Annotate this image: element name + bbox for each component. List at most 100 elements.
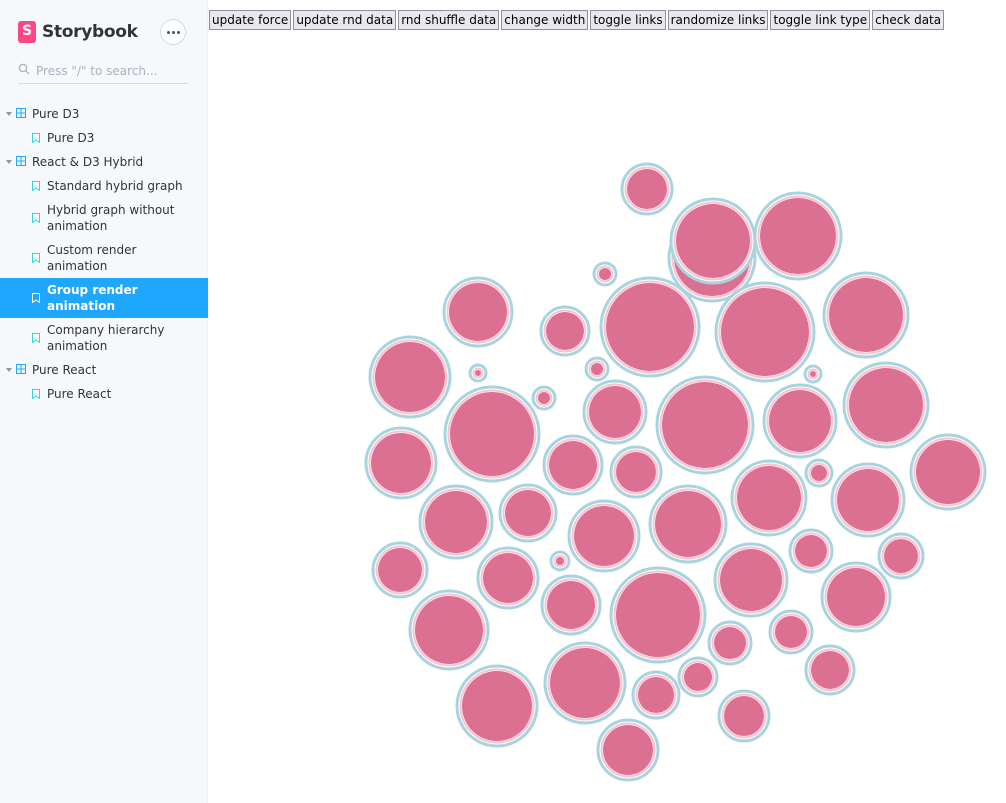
graph-node[interactable]	[542, 434, 604, 496]
graph-node[interactable]	[531, 385, 557, 411]
caret-down-icon[interactable]	[6, 112, 12, 116]
graph-node[interactable]	[788, 528, 834, 574]
graph-node-fill	[616, 573, 700, 657]
graph-node[interactable]	[669, 197, 757, 285]
storybook-logo-icon	[18, 21, 36, 43]
graph-node[interactable]	[498, 483, 558, 543]
search-input[interactable]	[36, 62, 186, 80]
caret-down-icon[interactable]	[6, 368, 12, 372]
tree-group-label: React & D3 Hybrid	[32, 155, 144, 169]
graph-node[interactable]	[567, 499, 641, 573]
graph-node[interactable]	[609, 566, 707, 664]
graph-node[interactable]	[909, 433, 987, 511]
graph-node[interactable]	[842, 361, 930, 449]
randomize-links-button[interactable]: randomize links	[667, 10, 769, 30]
toggle-links-button[interactable]: toggle links	[590, 10, 666, 30]
graph-node[interactable]	[877, 532, 925, 580]
tree-group-react-d3-hybrid[interactable]: React & D3 Hybrid	[0, 150, 208, 174]
graph-node[interactable]	[631, 670, 681, 720]
toggle-link-type-button[interactable]: toggle link type	[770, 10, 871, 30]
graph-node[interactable]	[655, 375, 755, 475]
bookmark-icon	[32, 133, 40, 143]
graph-node[interactable]	[592, 261, 618, 287]
graph-node-fill	[811, 651, 849, 689]
graph-node[interactable]	[822, 271, 910, 359]
update-rnd-data-button[interactable]: update rnd data	[293, 10, 397, 30]
graph-node[interactable]	[730, 459, 808, 537]
graph-node[interactable]	[804, 458, 834, 488]
graph-node[interactable]	[582, 379, 648, 445]
check-data-button[interactable]: check data	[872, 10, 945, 30]
graph-node-fill	[538, 392, 550, 404]
graph-node[interactable]	[549, 550, 571, 572]
tree-story-pure-react[interactable]: Pure React	[0, 382, 208, 406]
graph-node[interactable]	[408, 589, 490, 671]
graph-node[interactable]	[820, 561, 892, 633]
graph-node[interactable]	[476, 546, 540, 610]
graph-node[interactable]	[762, 383, 838, 459]
graph-node-fill	[599, 268, 611, 280]
graph-node-fill	[811, 465, 827, 481]
tree-story-group-render-animation[interactable]: Group render animation	[0, 278, 208, 318]
graph-node[interactable]	[677, 656, 719, 698]
graph-node[interactable]	[803, 364, 823, 384]
tree-story-hybrid-graph-without-animation[interactable]: Hybrid graph without animation	[0, 198, 208, 238]
story-toolbar: update force update rnd data rnd shuffle…	[209, 10, 946, 30]
tree-story-pure-d3[interactable]: Pure D3	[0, 126, 208, 150]
change-width-button[interactable]: change width	[501, 10, 589, 30]
graph-node-fill	[714, 627, 746, 659]
graph-node[interactable]	[717, 689, 771, 743]
graph-node[interactable]	[753, 191, 843, 281]
graph-node[interactable]	[584, 356, 610, 382]
graph-node[interactable]	[368, 335, 452, 419]
graph-node-fill	[550, 648, 620, 718]
graph-node[interactable]	[468, 363, 488, 383]
bookmark-icon	[32, 181, 40, 191]
search-box	[18, 60, 188, 84]
tree-group-pure-react[interactable]: Pure React	[0, 358, 208, 382]
tree-story-custom-render-animation[interactable]: Custom render animation	[0, 238, 208, 278]
graph-node[interactable]	[364, 426, 438, 500]
graph-node[interactable]	[768, 609, 814, 655]
graph-node[interactable]	[707, 620, 753, 666]
story-preview: update force update rnd data rnd shuffle…	[208, 0, 1006, 803]
rnd-shuffle-data-button[interactable]: rnd shuffle data	[398, 10, 500, 30]
caret-down-icon[interactable]	[6, 160, 12, 164]
graph-node[interactable]	[442, 276, 514, 348]
tree-group-label: Pure D3	[32, 107, 80, 121]
tree-story-company-hierarchy-animation[interactable]: Company hierarchy animation	[0, 318, 208, 358]
graph-node-fill	[556, 557, 564, 565]
story-tree: Pure D3 Pure D3 React & D3 Hybrid Standa…	[0, 102, 208, 406]
graph-node[interactable]	[455, 664, 539, 748]
force-graph	[364, 162, 987, 782]
graph-node[interactable]	[418, 484, 494, 560]
graph-node-fill	[627, 169, 667, 209]
graph-node[interactable]	[648, 484, 728, 564]
graph-node-fill	[475, 370, 481, 376]
graph-node-fill	[676, 204, 750, 278]
graph-node[interactable]	[714, 281, 816, 383]
graph-node[interactable]	[539, 305, 591, 357]
graph-node[interactable]	[540, 574, 602, 636]
graph-node-fill	[810, 371, 816, 377]
tree-story-label: Custom render animation	[47, 243, 137, 273]
graph-node[interactable]	[599, 276, 701, 378]
graph-node-fill	[603, 725, 653, 775]
graph-node[interactable]	[804, 644, 856, 696]
update-force-button[interactable]: update force	[209, 10, 292, 30]
tree-story-standard-hybrid-graph[interactable]: Standard hybrid graph	[0, 174, 208, 198]
brand[interactable]: Storybook	[18, 21, 138, 43]
graph-node[interactable]	[609, 445, 663, 499]
bookmark-icon	[32, 253, 40, 263]
graph-node[interactable]	[443, 385, 541, 483]
graph-node[interactable]	[371, 541, 429, 599]
sidebar-menu-button[interactable]	[160, 19, 186, 45]
graph-node[interactable]	[543, 641, 627, 725]
tree-group-pure-d3[interactable]: Pure D3	[0, 102, 208, 126]
graph-node-fill	[684, 663, 712, 691]
graph-node[interactable]	[620, 162, 674, 216]
graph-node[interactable]	[830, 462, 906, 538]
graph-node-fill	[589, 386, 641, 438]
graph-node[interactable]	[596, 718, 660, 782]
graph-node[interactable]	[713, 542, 789, 618]
